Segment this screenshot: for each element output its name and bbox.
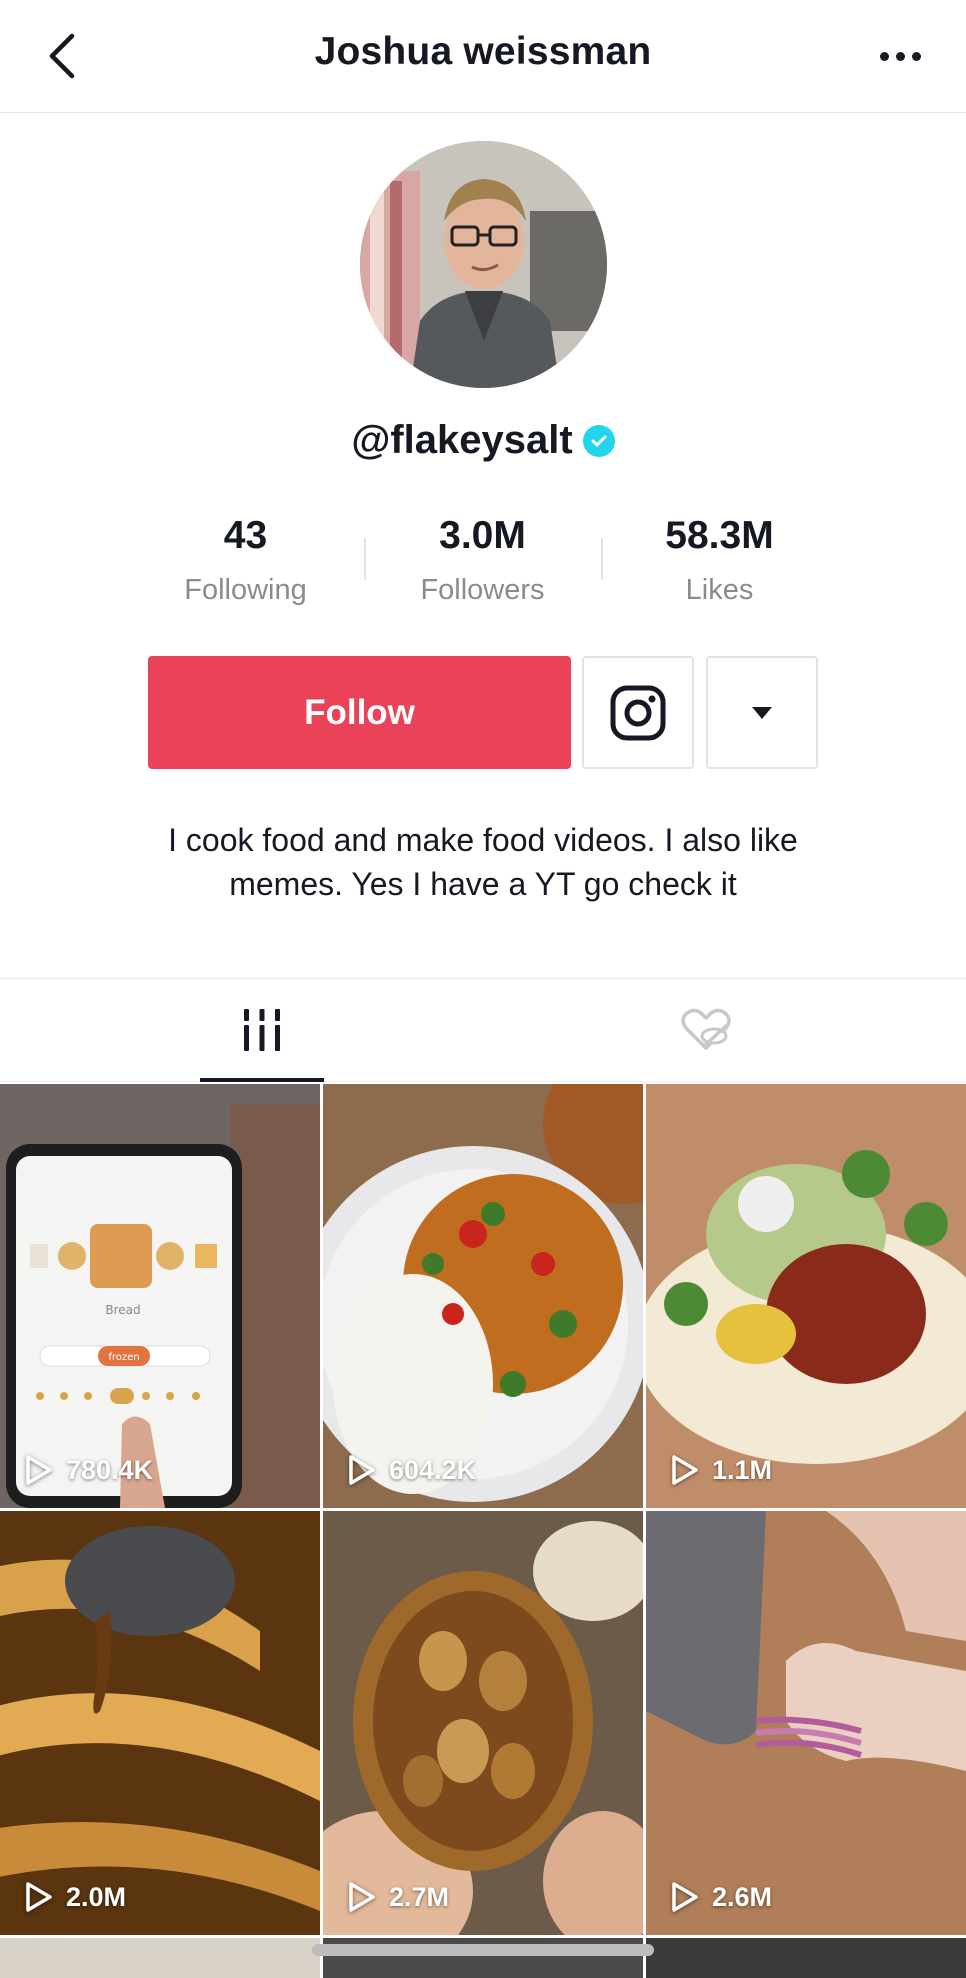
avatar-image bbox=[360, 141, 607, 388]
svg-text:frozen: frozen bbox=[108, 1352, 139, 1363]
view-count: 1.1M bbox=[670, 1454, 772, 1486]
tab-videos[interactable] bbox=[200, 979, 324, 1082]
stat-value: 3.0M bbox=[439, 514, 526, 557]
play-icon bbox=[672, 1455, 698, 1485]
more-options-button[interactable] bbox=[872, 36, 928, 76]
svg-text:Bread: Bread bbox=[105, 1303, 140, 1317]
view-count: 604.2K bbox=[347, 1454, 476, 1486]
top-bar: Joshua weissman bbox=[0, 0, 966, 113]
video-cover-image bbox=[323, 1511, 643, 1935]
stat-label: Followers bbox=[420, 574, 545, 606]
bio-line: I cook food and make food videos. I also… bbox=[168, 822, 798, 858]
video-thumbnail[interactable]: 2.7M bbox=[323, 1511, 643, 1935]
video-cover-image bbox=[646, 1511, 966, 1935]
video-thumbnail[interactable] bbox=[646, 1938, 966, 1978]
instagram-icon bbox=[610, 685, 666, 740]
play-icon bbox=[349, 1455, 375, 1485]
video-cover-image bbox=[646, 1084, 966, 1508]
bio-line: memes. Yes I have a YT go check it bbox=[229, 866, 737, 902]
video-cover-image bbox=[0, 1511, 320, 1935]
video-thumbnail[interactable]: 2.6M bbox=[646, 1511, 966, 1935]
view-count: 780.4K bbox=[24, 1454, 153, 1486]
play-icon bbox=[26, 1455, 52, 1485]
liked-private-icon bbox=[681, 1008, 731, 1050]
video-cover-image: Bread frozen bbox=[0, 1084, 320, 1508]
stat-likes[interactable]: 58.3M Likes bbox=[601, 508, 838, 618]
profile-stats: 43 Following 3.0M Followers 58.3M Likes bbox=[127, 508, 839, 618]
play-icon bbox=[672, 1882, 698, 1912]
more-horizontal-icon bbox=[879, 51, 889, 61]
follow-button[interactable]: Follow bbox=[148, 656, 571, 769]
video-cover-image bbox=[323, 1084, 643, 1508]
stat-label: Likes bbox=[685, 574, 754, 606]
stat-following[interactable]: 43 Following bbox=[127, 508, 364, 618]
play-icon bbox=[349, 1882, 375, 1912]
stat-label: Following bbox=[184, 574, 307, 606]
view-count-value: 780.4K bbox=[66, 1454, 154, 1485]
caret-down-icon bbox=[752, 706, 772, 719]
view-count: 2.7M bbox=[347, 1881, 449, 1913]
profile-bio: I cook food and make food videos. I also… bbox=[100, 818, 866, 906]
handle-row: @flakeysalt bbox=[0, 418, 966, 463]
avatar[interactable] bbox=[360, 141, 607, 388]
stat-followers[interactable]: 3.0M Followers bbox=[364, 508, 601, 618]
tab-liked[interactable] bbox=[644, 979, 768, 1081]
play-icon bbox=[26, 1882, 52, 1912]
instagram-button[interactable] bbox=[582, 656, 694, 769]
profile-handle: @flakeysalt bbox=[351, 418, 573, 462]
video-thumbnail[interactable]: 1.1M bbox=[646, 1084, 966, 1508]
video-thumbnail[interactable]: 2.0M bbox=[0, 1511, 320, 1935]
page-title: Joshua weissman bbox=[314, 30, 652, 73]
video-thumbnail[interactable]: Bread frozen 780.4K bbox=[0, 1084, 320, 1508]
more-profiles-dropdown-button[interactable] bbox=[706, 656, 818, 769]
view-count-value: 604.2K bbox=[389, 1454, 477, 1485]
verified-check-icon bbox=[582, 424, 615, 457]
view-count-value: 2.6M bbox=[712, 1881, 773, 1912]
view-count-value: 2.7M bbox=[389, 1881, 450, 1912]
view-count: 2.6M bbox=[670, 1881, 772, 1913]
content-tabs bbox=[0, 978, 966, 1082]
home-indicator[interactable] bbox=[312, 1944, 654, 1956]
grid-videos-icon bbox=[244, 1009, 280, 1051]
stat-value: 43 bbox=[223, 514, 268, 557]
view-count-value: 2.0M bbox=[66, 1881, 127, 1912]
stat-value: 58.3M bbox=[665, 514, 774, 557]
view-count: 2.0M bbox=[24, 1881, 126, 1913]
video-thumbnail[interactable] bbox=[0, 1938, 320, 1978]
video-thumbnail[interactable]: 604.2K bbox=[323, 1084, 643, 1508]
view-count-value: 1.1M bbox=[712, 1454, 773, 1485]
